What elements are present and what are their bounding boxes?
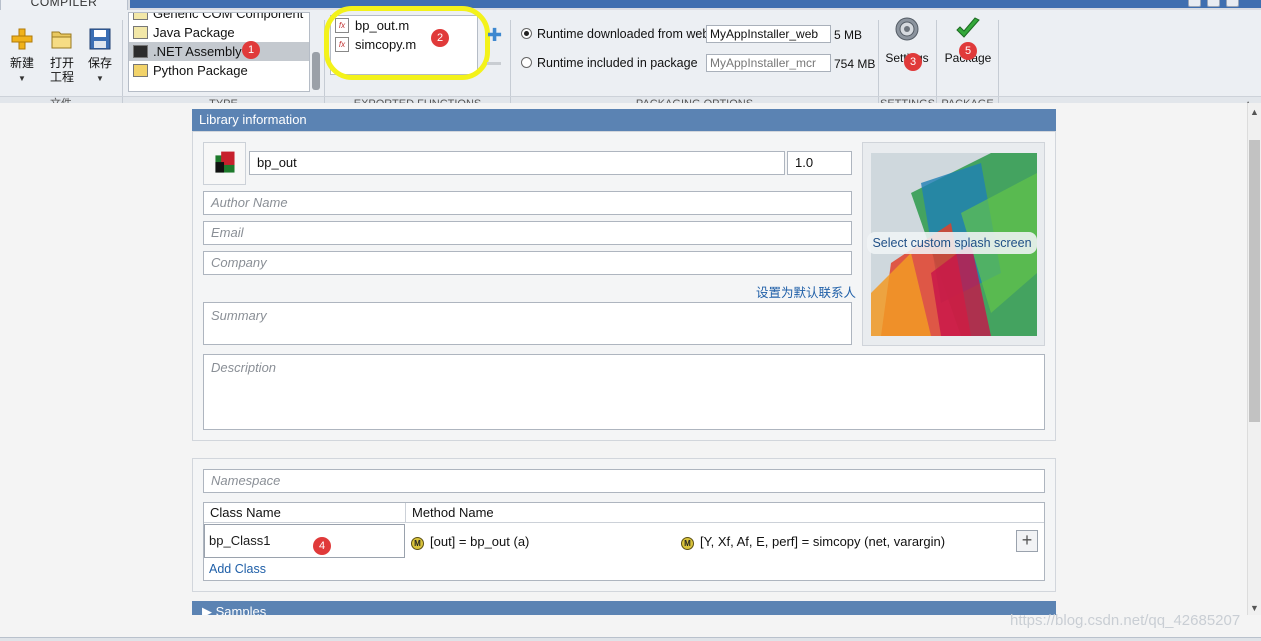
divider	[878, 20, 879, 96]
type-list-scrollbar[interactable]	[312, 52, 320, 90]
set-default-contact-link[interactable]: 设置为默认联系人	[756, 282, 856, 301]
add-method-button[interactable]: +	[1016, 530, 1038, 552]
com-icon	[133, 13, 148, 20]
divider	[122, 20, 123, 96]
method-simcopy[interactable]: M [Y, Xf, Af, E, perf] = simcopy (net, va…	[681, 534, 945, 550]
namespace-field[interactable]: Namespace	[203, 469, 1045, 493]
type-item-dotnet[interactable]: .NET Assembly	[129, 42, 309, 61]
runtime-package-option[interactable]: Runtime included in package	[521, 56, 698, 70]
class-name-input[interactable]: bp_Class1	[204, 524, 405, 558]
help-icon[interactable]	[1226, 0, 1239, 7]
description-field[interactable]: Description	[203, 354, 1045, 430]
column-header-class-name: Class Name	[204, 503, 406, 523]
watermark: https://blog.csdn.net/qq_42685207	[1010, 612, 1241, 629]
library-info-header[interactable]: Library information	[192, 109, 1056, 131]
ribbon: 新建 ▼ 打开 工程 保存 ▼ Generic COM Component Ja…	[0, 6, 1261, 112]
chevron-down-icon: ▼	[18, 74, 26, 83]
divider	[936, 20, 937, 96]
runtime-package-name-field[interactable]: MyAppInstaller_mcr	[706, 54, 831, 72]
scroll-down-icon[interactable]: ▼	[1250, 603, 1259, 613]
save-button[interactable]: 保存 ▼	[86, 28, 114, 86]
author-name-field[interactable]: Author Name	[203, 191, 852, 215]
plus-icon	[11, 28, 33, 50]
divider	[998, 20, 999, 96]
dotnet-icon	[133, 45, 148, 58]
java-icon	[133, 26, 148, 39]
floppy-disk-icon	[89, 28, 111, 50]
company-field[interactable]: Company	[203, 251, 852, 275]
checkmark-icon	[956, 17, 980, 38]
expand-arrow-icon: ▶	[202, 604, 212, 615]
library-name-field[interactable]: bp_out	[249, 151, 785, 175]
remove-function-icon[interactable]	[487, 62, 501, 65]
gear-icon	[895, 17, 919, 41]
samples-section-header[interactable]: ▶ Samples	[192, 601, 1056, 615]
splash-screen-panel: Select custom splash screen	[862, 142, 1045, 346]
matlab-library-icon	[215, 151, 235, 173]
select-splash-screen-button[interactable]: Select custom splash screen	[867, 232, 1037, 254]
folder-icon	[51, 31, 72, 49]
type-item-java[interactable]: Java Package	[129, 23, 309, 42]
annotation-badge-1: 1	[242, 41, 260, 59]
python-icon	[133, 64, 148, 77]
scroll-up-icon[interactable]: ▲	[1250, 107, 1259, 117]
radio-selected-icon[interactable]	[521, 28, 532, 39]
type-item-label: .NET Assembly	[153, 44, 242, 59]
open-label-1: 打开	[49, 56, 74, 70]
radio-unselected-icon[interactable]	[521, 57, 532, 68]
annotation-badge-3: 3	[904, 53, 922, 71]
method-bp-out[interactable]: M [out] = bp_out (a)	[411, 534, 529, 550]
add-class-link[interactable]: Add Class	[209, 562, 266, 576]
title-strip-accent	[130, 0, 1261, 8]
annotation-badge-4: 4	[313, 537, 331, 555]
open-label-2: 工程	[49, 70, 74, 84]
type-list[interactable]: Generic COM Component Java Package .NET …	[128, 12, 310, 92]
column-header-method-name: Method Name	[406, 503, 1044, 523]
new-label: 新建	[9, 56, 34, 70]
window-controls	[1188, 0, 1239, 7]
method-signature: [Y, Xf, Af, E, perf] = simcopy (net, var…	[700, 534, 946, 549]
runtime-package-label: Runtime included in package	[537, 56, 698, 70]
library-version-field[interactable]: 1.0	[787, 151, 852, 175]
type-item-label: Java Package	[153, 25, 235, 40]
add-function-icon[interactable]: ✚	[487, 25, 502, 46]
type-item-label: Python Package	[153, 63, 248, 78]
runtime-web-label: Runtime downloaded from web	[537, 27, 710, 41]
annotation-badge-5: 5	[959, 42, 977, 60]
save-label: 保存	[87, 56, 112, 70]
runtime-web-option[interactable]: Runtime downloaded from web	[521, 27, 709, 41]
library-icon[interactable]	[203, 142, 246, 185]
title-strip	[0, 0, 1261, 10]
runtime-package-size: 754 MB	[834, 57, 876, 71]
restore-icon[interactable]	[1207, 0, 1220, 7]
samples-label: Samples	[215, 604, 267, 615]
chevron-down-icon: ▼	[96, 74, 104, 83]
email-field[interactable]: Email	[203, 221, 852, 245]
status-bar	[0, 637, 1261, 641]
method-icon: M	[681, 537, 694, 550]
tab-compiler[interactable]: COMPILER	[0, 0, 128, 10]
yellow-highlight-annotation	[324, 6, 490, 80]
content-scrollbar[interactable]: ▲ ▼	[1247, 103, 1261, 615]
runtime-web-size: 5 MB	[834, 28, 863, 42]
type-item-python[interactable]: Python Package	[129, 61, 309, 80]
type-item-label: Generic COM Component	[153, 12, 304, 21]
minimize-icon[interactable]	[1188, 0, 1201, 7]
runtime-web-name-field[interactable]: MyAppInstaller_web	[706, 25, 831, 43]
annotation-badge-2: 2	[431, 29, 449, 47]
type-item-com[interactable]: Generic COM Component	[129, 12, 309, 23]
new-button[interactable]: 新建 ▼	[8, 28, 36, 86]
scrollbar-thumb[interactable]	[1249, 140, 1260, 422]
summary-field[interactable]: Summary	[203, 302, 852, 345]
method-icon: M	[411, 537, 424, 550]
divider	[510, 20, 511, 96]
open-project-button[interactable]: 打开 工程	[48, 28, 76, 84]
method-signature: [out] = bp_out (a)	[430, 534, 530, 549]
